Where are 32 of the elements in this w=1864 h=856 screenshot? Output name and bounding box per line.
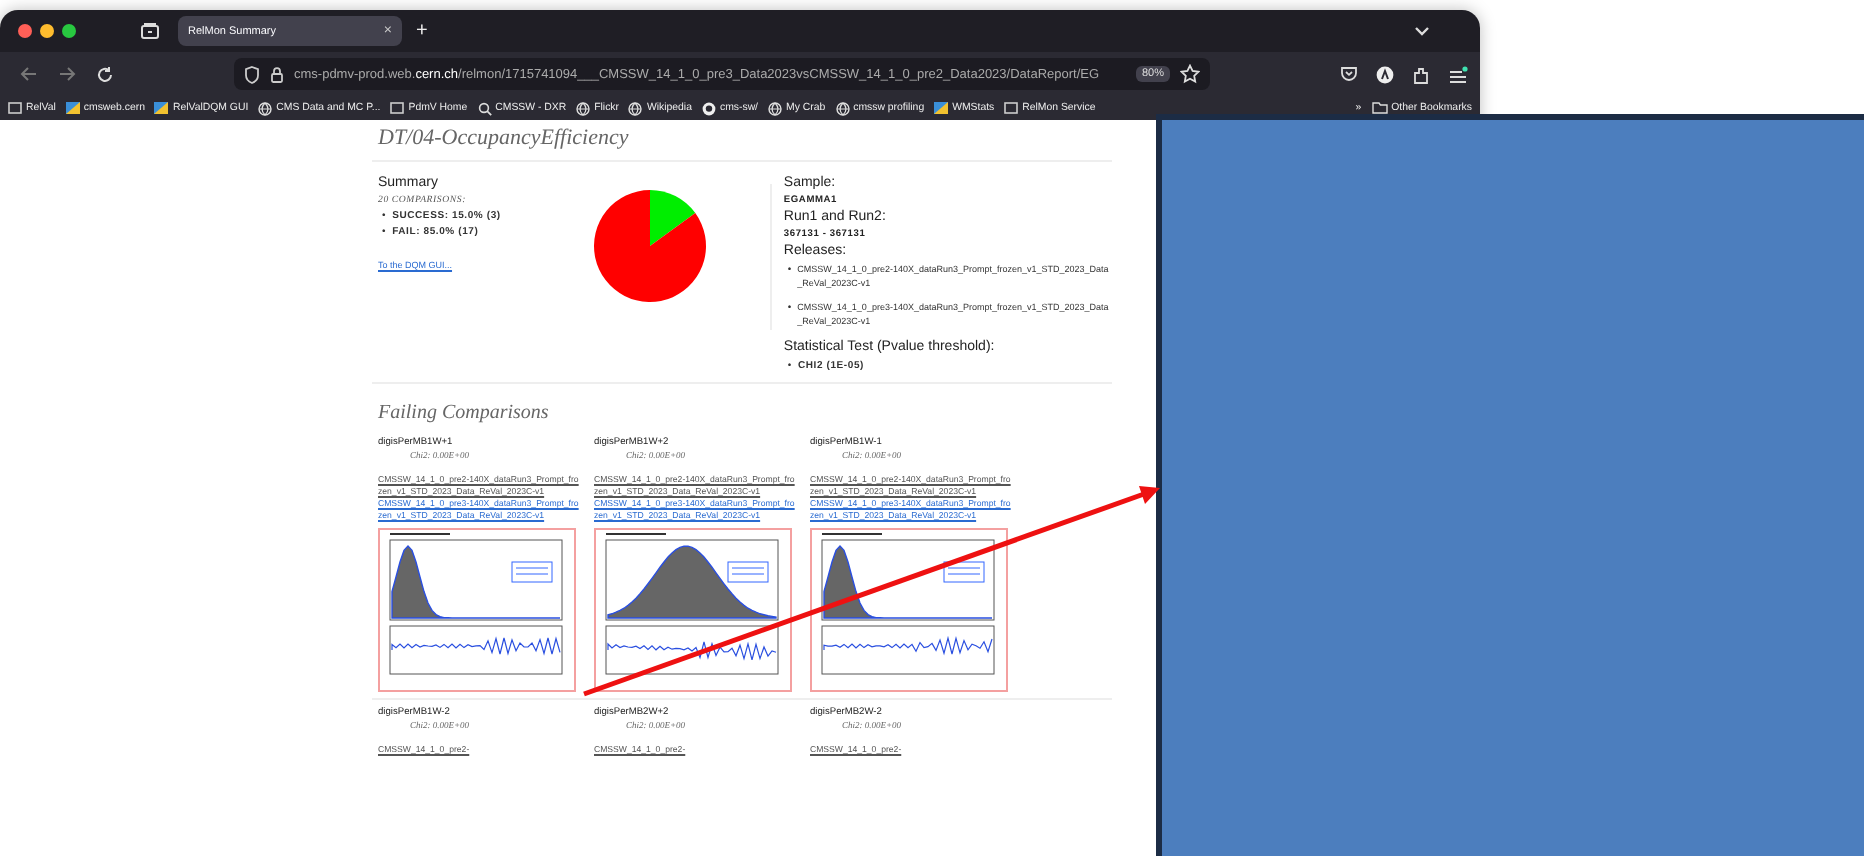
site-icon (154, 102, 169, 114)
page-icon (390, 102, 405, 114)
folder-icon (1371, 102, 1388, 114)
chevron-down-icon[interactable] (1414, 26, 1430, 36)
back-icon[interactable] (20, 66, 38, 82)
zoom-window-icon[interactable] (62, 24, 76, 38)
globe-icon (835, 101, 850, 115)
page-icon (8, 102, 22, 114)
close-window-icon[interactable] (18, 24, 32, 38)
section-title: Failing Comparisons (376, 399, 551, 428)
extensions-icon[interactable] (1412, 65, 1430, 83)
reload-icon[interactable] (96, 65, 114, 83)
page-icon (1004, 102, 1019, 114)
circle-icon (701, 101, 716, 115)
globe-icon (576, 101, 591, 115)
globe-icon (258, 101, 273, 115)
globe-icon (768, 101, 783, 115)
search-icon (477, 101, 492, 115)
globe-icon (628, 101, 643, 115)
pocket-icon[interactable] (1340, 66, 1358, 82)
new-tab-button[interactable]: + (416, 20, 428, 42)
account-icon[interactable] (1376, 65, 1394, 83)
star-icon[interactable] (1180, 64, 1200, 84)
shield-icon[interactable] (244, 65, 260, 83)
lock-icon[interactable] (270, 65, 284, 83)
minimize-window-icon[interactable] (40, 24, 54, 38)
tab-list-icon[interactable] (140, 22, 160, 40)
section-title: DT/04-OccupancyEfficiency (376, 124, 631, 154)
menu-icon[interactable] (1448, 65, 1468, 83)
site-icon (65, 102, 80, 114)
site-icon (934, 102, 949, 114)
forward-icon[interactable] (58, 66, 76, 82)
